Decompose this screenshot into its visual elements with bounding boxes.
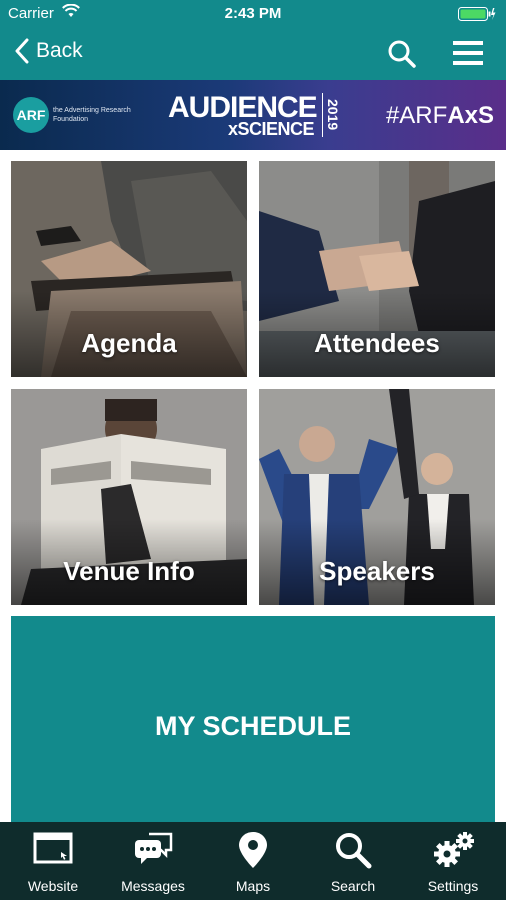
attendees-tile[interactable]: Attendees: [259, 161, 495, 377]
my-schedule-label: MY SCHEDULE: [154, 710, 352, 741]
hamburger-menu-icon: [453, 41, 483, 65]
event-year: 2019: [322, 93, 344, 137]
battery-icon: [458, 6, 496, 26]
status-bar: Carrier 2:43 PM: [0, 0, 506, 28]
chevron-left-icon: [15, 38, 29, 64]
venue-info-tile[interactable]: Venue Info: [11, 389, 247, 605]
menu-button[interactable]: [453, 39, 483, 72]
my-schedule-button[interactable]: MY SCHEDULE: [11, 616, 495, 836]
event-subtitle: xSCIENCE: [228, 119, 315, 139]
search-icon: [336, 833, 372, 869]
back-button[interactable]: Back: [14, 38, 83, 64]
tab-bar: Website Messages Maps Search Settings: [0, 822, 506, 900]
nav-bar: Back: [0, 28, 506, 80]
tab-website-label: Website: [27, 878, 79, 894]
back-label: Back: [36, 39, 83, 62]
agenda-label: Agenda: [81, 328, 177, 358]
search-button[interactable]: [387, 39, 417, 74]
event-banner: ARF the Advertising Research Foundation …: [0, 80, 506, 150]
tab-settings-label: Settings: [427, 878, 479, 894]
hashtag-bold: AxS: [447, 102, 494, 129]
search-icon: [388, 40, 416, 68]
tab-website[interactable]: Website: [3, 822, 103, 900]
map-pin-icon: [239, 832, 267, 868]
tab-search[interactable]: Search: [303, 822, 403, 900]
hashtag-prefix: #ARF: [385, 102, 448, 129]
tab-messages[interactable]: Messages: [103, 822, 203, 900]
event-hashtag: #ARFAxS: [386, 102, 494, 130]
chat-bubbles-icon: [135, 832, 173, 864]
tab-search-label: Search: [330, 878, 376, 894]
tab-maps-label: Maps: [235, 878, 271, 894]
gears-icon: [434, 832, 474, 867]
arf-name: the Advertising Research Foundation: [53, 107, 131, 123]
tab-maps[interactable]: Maps: [203, 822, 303, 900]
speakers-label: Speakers: [319, 556, 435, 586]
agenda-tile[interactable]: Agenda: [11, 161, 247, 377]
arf-logo: ARF: [13, 97, 49, 133]
attendees-label: Attendees: [314, 328, 440, 358]
browser-window-icon: [33, 832, 73, 864]
status-time: 2:43 PM: [224, 5, 282, 22]
tab-messages-label: Messages: [121, 878, 185, 894]
speakers-tile[interactable]: Speakers: [259, 389, 495, 605]
venue-info-label: Venue Info: [63, 556, 195, 586]
tab-settings[interactable]: Settings: [403, 822, 503, 900]
